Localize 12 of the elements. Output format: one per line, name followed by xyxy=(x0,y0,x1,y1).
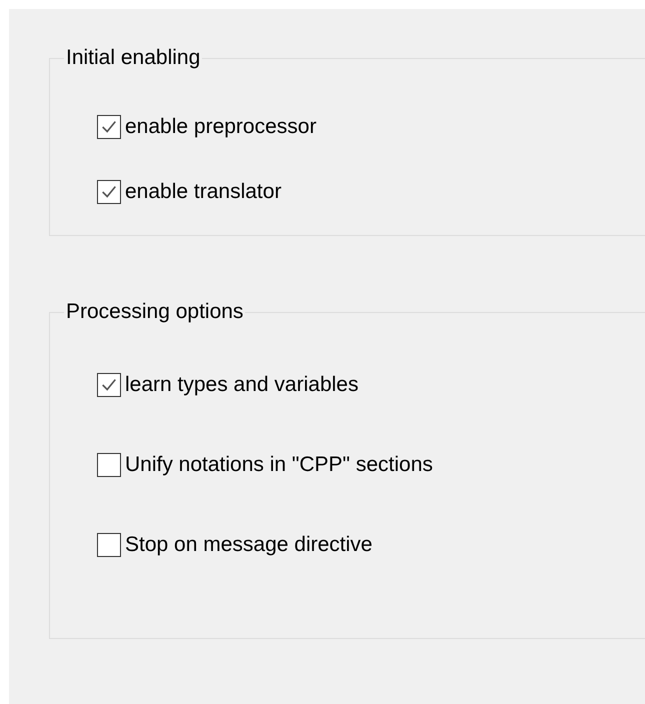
checkbox-label[interactable]: Unify notations in "CPP" sections xyxy=(125,453,433,477)
group-title: Initial enabling xyxy=(65,47,202,69)
checkbox[interactable] xyxy=(97,533,121,557)
checkbox[interactable] xyxy=(97,180,121,204)
checkbox[interactable] xyxy=(97,373,121,397)
checkbox-label[interactable]: learn types and variables xyxy=(125,373,358,397)
checkbox-label[interactable]: Stop on message directive xyxy=(125,533,372,557)
checkbox-label[interactable]: enable preprocessor xyxy=(125,115,316,139)
checkbox[interactable] xyxy=(97,453,121,477)
checkbox-label[interactable]: enable translator xyxy=(125,180,282,204)
checkbox[interactable] xyxy=(97,115,121,139)
group-title: Processing options xyxy=(65,301,244,323)
